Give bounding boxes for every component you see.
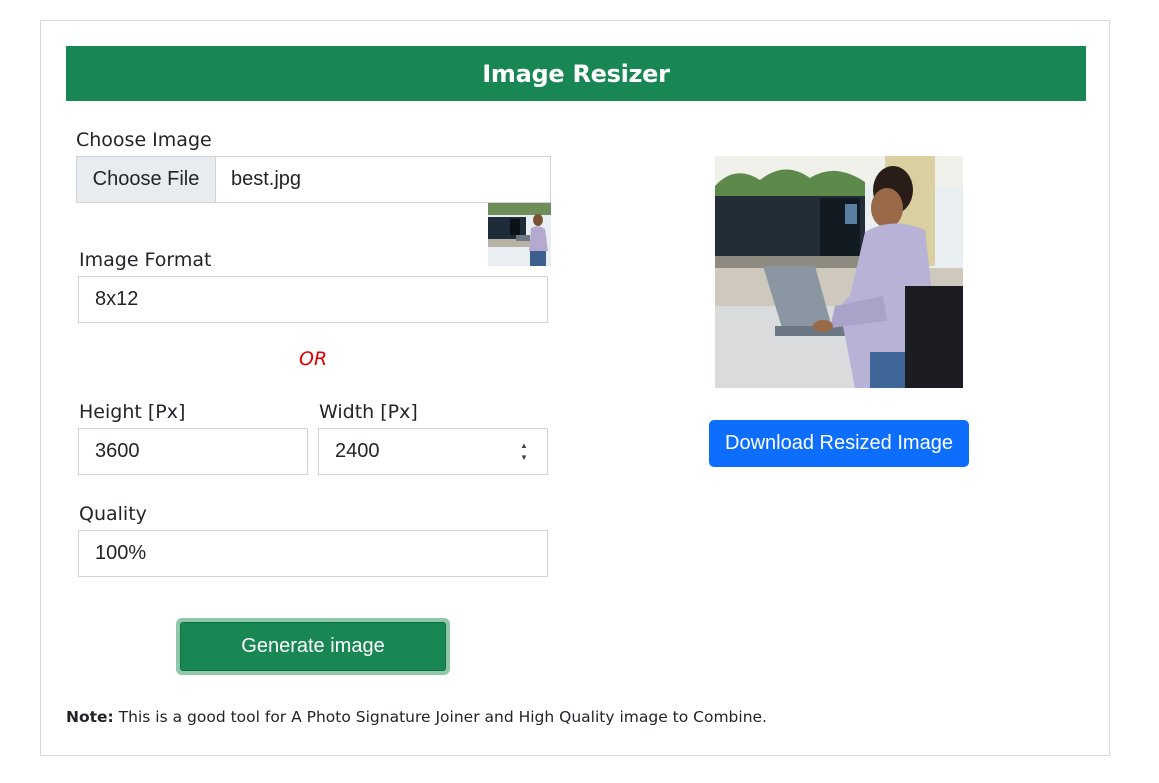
uploaded-image-thumbnail <box>488 203 551 266</box>
image-format-input[interactable]: 8x12 <box>78 276 548 323</box>
note-text: Note: This is a good tool for A Photo Si… <box>66 708 767 726</box>
quality-label: Quality <box>79 503 147 525</box>
choose-file-button[interactable]: Choose File <box>77 157 216 202</box>
or-separator: OR <box>299 348 328 370</box>
selected-file-name: best.jpg <box>231 168 302 190</box>
resized-image-preview <box>715 156 963 388</box>
note-prefix: Note: <box>66 708 114 726</box>
choose-image-label: Choose Image <box>76 129 212 151</box>
page-title: Image Resizer <box>66 46 1086 101</box>
quality-input[interactable]: 100% <box>78 530 548 577</box>
number-stepper[interactable]: ▲ ▼ <box>515 437 533 467</box>
width-label: Width [Px] <box>319 401 418 423</box>
width-value: 2400 <box>335 440 380 462</box>
download-resized-image-button[interactable]: Download Resized Image <box>709 420 969 467</box>
width-input[interactable]: 2400 ▲ ▼ <box>318 428 548 475</box>
stepper-down-icon[interactable]: ▼ <box>520 452 528 464</box>
resizer-card: Image Resizer Choose Image Choose File b… <box>40 20 1110 756</box>
height-input[interactable]: 3600 <box>78 428 308 475</box>
generate-image-button[interactable]: Generate image <box>180 622 446 671</box>
height-label: Height [Px] <box>79 401 186 423</box>
image-format-label: Image Format <box>79 249 212 271</box>
note-body: This is a good tool for A Photo Signatur… <box>113 708 767 726</box>
file-input[interactable]: Choose File best.jpg <box>76 156 551 203</box>
generate-button-focus-ring: Generate image <box>176 618 450 675</box>
stepper-up-icon[interactable]: ▲ <box>520 440 528 452</box>
